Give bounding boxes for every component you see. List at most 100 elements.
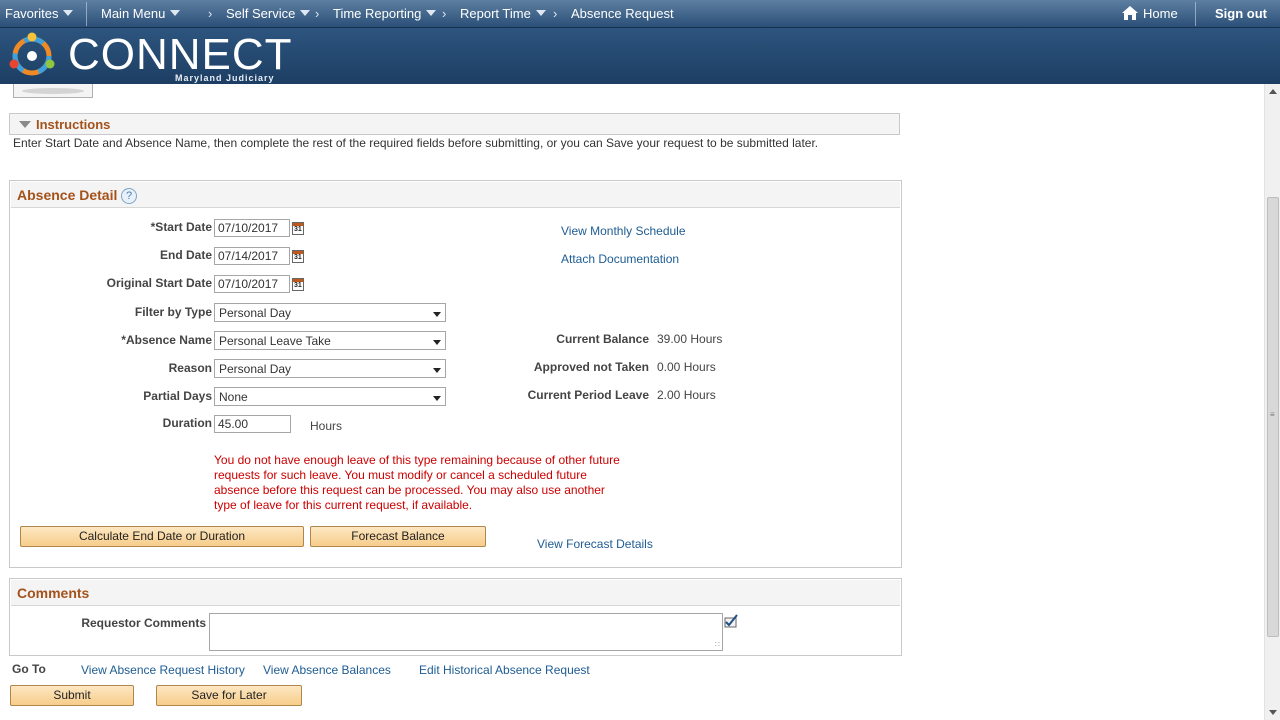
dropdown-arrow-icon: [433, 396, 441, 401]
chevron-down-icon: [535, 10, 546, 16]
error-line: You do not have enough leave of this typ…: [214, 453, 620, 467]
view-absence-request-history-link[interactable]: View Absence Request History: [81, 663, 245, 677]
original-start-date-label: Original Start Date: [106, 276, 212, 290]
spell-check-icon[interactable]: [723, 613, 739, 629]
dropdown-arrow-icon: [433, 340, 441, 345]
instructions-title: Instructions: [36, 117, 111, 132]
calendar-icon[interactable]: [292, 278, 304, 291]
breadcrumb-chevron-icon: ›: [442, 6, 447, 21]
nav-divider: [1195, 2, 1196, 26]
main-menu-label: Main Menu: [101, 6, 166, 21]
edit-historical-absence-request-link[interactable]: Edit Historical Absence Request: [419, 663, 590, 677]
requestor-comments-textarea[interactable]: ∷: [209, 613, 723, 651]
employee-photo: [13, 84, 93, 98]
current-balance-label: Current Balance: [556, 332, 649, 346]
start-date-label: *Start Date: [150, 220, 212, 234]
scroll-down-arrow-icon[interactable]: [1269, 710, 1277, 715]
error-line: type of leave for this current request, …: [214, 498, 473, 512]
end-date-input[interactable]: 07/14/2017: [214, 247, 290, 265]
breadcrumb-chevron-icon: ›: [315, 6, 320, 21]
view-absence-balances-link[interactable]: View Absence Balances: [263, 663, 391, 677]
error-line: requests for such leave. You must modify…: [214, 468, 587, 482]
duration-unit: Hours: [310, 419, 343, 433]
collapse-triangle-icon[interactable]: [19, 121, 31, 128]
save-for-later-button[interactable]: Save for Later: [156, 685, 302, 706]
calendar-icon[interactable]: [292, 250, 304, 263]
resize-grip-icon[interactable]: ∷: [715, 640, 720, 649]
current-period-leave-label: Current Period Leave: [527, 388, 649, 402]
breadcrumb-chevron-icon: ›: [208, 6, 213, 21]
chevron-down-icon: [170, 10, 181, 16]
breadcrumb-report-time[interactable]: Report Time: [460, 6, 546, 21]
duration-input[interactable]: 45.00: [214, 415, 291, 433]
approved-not-taken-label: Approved not Taken: [533, 360, 649, 374]
view-forecast-details-link[interactable]: View Forecast Details: [537, 537, 653, 551]
filter-by-type-select[interactable]: Personal Day: [214, 303, 446, 322]
submit-button[interactable]: Submit: [10, 685, 134, 706]
favorites-label: Favorites: [5, 6, 59, 21]
chevron-down-icon: [300, 10, 311, 16]
error-line: absence before this request can be proce…: [214, 483, 605, 497]
filter-by-type-value: Personal Day: [219, 306, 292, 320]
instructions-text: Enter Start Date and Absence Name, then …: [13, 136, 819, 150]
home-label: Home: [1143, 6, 1178, 21]
breadcrumb-label: Self Service: [226, 6, 296, 21]
main-menu[interactable]: Main Menu: [101, 6, 181, 21]
header-banner: CONNECT Maryland Judiciary: [0, 28, 1280, 84]
approved-not-taken-value: 0.00 Hours: [657, 360, 716, 374]
breadcrumb-time-reporting[interactable]: Time Reporting: [333, 6, 437, 21]
help-icon[interactable]: ?: [121, 188, 137, 204]
partial-days-label: Partial Days: [143, 389, 212, 403]
original-start-date-input[interactable]: 07/10/2017: [214, 275, 290, 293]
sign-out-link[interactable]: Sign out: [1215, 6, 1267, 21]
breadcrumb-self-service[interactable]: Self Service: [226, 6, 311, 21]
partial-days-select[interactable]: None: [214, 387, 446, 406]
forecast-balance-button[interactable]: Forecast Balance: [310, 526, 486, 547]
reason-select[interactable]: Personal Day: [214, 359, 446, 378]
breadcrumb-label: Time Reporting: [333, 6, 422, 21]
calendar-icon[interactable]: [292, 222, 304, 235]
absence-name-value: Personal Leave Take: [219, 334, 331, 348]
chevron-down-icon: [426, 10, 437, 16]
absence-detail-header: Absence Detail ?: [11, 182, 900, 208]
home-link[interactable]: Home: [1121, 5, 1178, 21]
scrollbar-thumb[interactable]: ≡: [1267, 197, 1279, 637]
reason-value: Personal Day: [219, 362, 292, 376]
comments-title: Comments: [17, 585, 90, 601]
main-content: Instructions Enter Start Date and Absenc…: [0, 84, 1264, 720]
chevron-down-icon: [63, 10, 74, 16]
breadcrumb-absence-request[interactable]: Absence Request: [571, 6, 674, 21]
scrollbar-grip-icon: ≡: [1270, 410, 1275, 419]
nav-divider: [86, 2, 87, 26]
scroll-up-arrow-icon[interactable]: [1269, 89, 1277, 94]
reason-label: Reason: [168, 361, 212, 375]
favorites-menu[interactable]: Favorites: [5, 6, 74, 21]
current-balance-value: 39.00 Hours: [657, 332, 723, 346]
home-icon: [1122, 6, 1138, 20]
maryland-judiciary-subtitle: Maryland Judiciary: [175, 73, 275, 83]
comments-header: Comments: [11, 580, 900, 606]
breadcrumb-chevron-icon: ›: [553, 6, 558, 21]
breadcrumb-label: Report Time: [460, 6, 531, 21]
absence-name-label: *Absence Name: [121, 333, 212, 347]
instructions-header[interactable]: Instructions: [9, 113, 900, 135]
duration-label: Duration: [162, 416, 212, 430]
view-monthly-schedule-link[interactable]: View Monthly Schedule: [561, 224, 686, 238]
attach-documentation-link[interactable]: Attach Documentation: [561, 252, 679, 266]
vertical-scrollbar[interactable]: ≡: [1264, 84, 1280, 720]
current-period-leave-value: 2.00 Hours: [657, 388, 716, 402]
start-date-input[interactable]: 07/10/2017: [214, 219, 290, 237]
partial-days-value: None: [219, 390, 248, 404]
dropdown-arrow-icon: [433, 312, 441, 317]
filter-by-type-label: Filter by Type: [134, 305, 212, 319]
absence-name-select[interactable]: Personal Leave Take: [214, 331, 446, 350]
go-to-label: Go To: [12, 662, 46, 676]
requestor-comments-label: Requestor Comments: [81, 616, 206, 630]
calculate-end-date-button[interactable]: Calculate End Date or Duration: [20, 526, 304, 547]
dropdown-arrow-icon: [433, 368, 441, 373]
top-navigation-bar: Favorites Main Menu › Self Service › Tim…: [0, 0, 1280, 28]
end-date-label: End Date: [159, 248, 212, 262]
connect-logo-icon: [9, 32, 55, 76]
absence-detail-title: Absence Detail: [17, 187, 118, 203]
insufficient-leave-error: You do not have enough leave of this typ…: [214, 453, 634, 513]
